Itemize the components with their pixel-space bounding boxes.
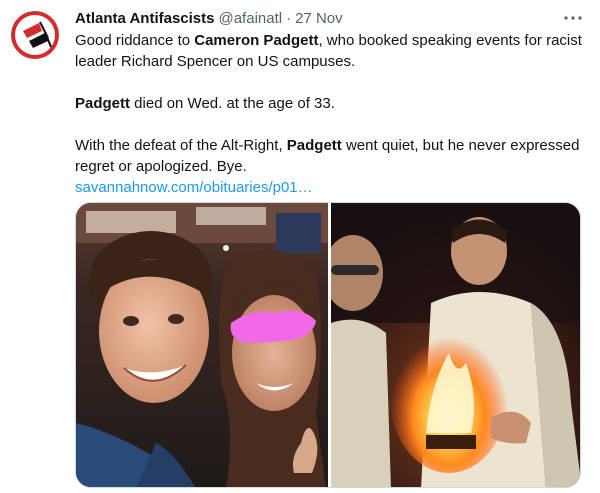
paragraph-3: With the defeat of the Alt-Right, Padget… bbox=[75, 135, 585, 177]
antifa-logo-icon bbox=[11, 11, 59, 59]
display-name[interactable]: Atlanta Antifascists bbox=[75, 10, 214, 27]
tweet-header: Atlanta Antifascists @afainatl · 27 Nov bbox=[75, 8, 343, 28]
media-grid bbox=[75, 202, 581, 488]
paragraph-2: Padgett died on Wed. at the age of 33. bbox=[75, 93, 585, 114]
text-span: died on Wed. at the age of 33. bbox=[130, 95, 335, 112]
text-span: With the defeat of the Alt-Right, bbox=[75, 137, 287, 154]
user-handle[interactable]: @afainatl bbox=[218, 10, 282, 27]
bold-name: Padgett bbox=[75, 95, 131, 112]
tweet-text: Good riddance to Cameron Padgett, who bo… bbox=[75, 30, 585, 198]
text-span: Good riddance to bbox=[75, 32, 195, 49]
tweet[interactable]: Atlanta Antifascists @afainatl · 27 Nov … bbox=[0, 0, 600, 493]
bold-name: Padgett bbox=[286, 137, 342, 154]
timestamp[interactable]: 27 Nov bbox=[295, 10, 343, 27]
photo-selfie[interactable] bbox=[76, 203, 328, 487]
bold-name: Cameron Padgett bbox=[194, 32, 319, 49]
paragraph-1: Good riddance to Cameron Padgett, who bo… bbox=[75, 30, 585, 72]
avatar[interactable] bbox=[11, 11, 59, 59]
more-horizontal-icon bbox=[564, 16, 582, 20]
photo-fire[interactable] bbox=[331, 203, 580, 487]
article-link[interactable]: savannahnow.com/obituaries/p01… bbox=[75, 179, 313, 196]
more-options-button[interactable] bbox=[560, 6, 586, 30]
separator-dot: · bbox=[286, 9, 292, 27]
